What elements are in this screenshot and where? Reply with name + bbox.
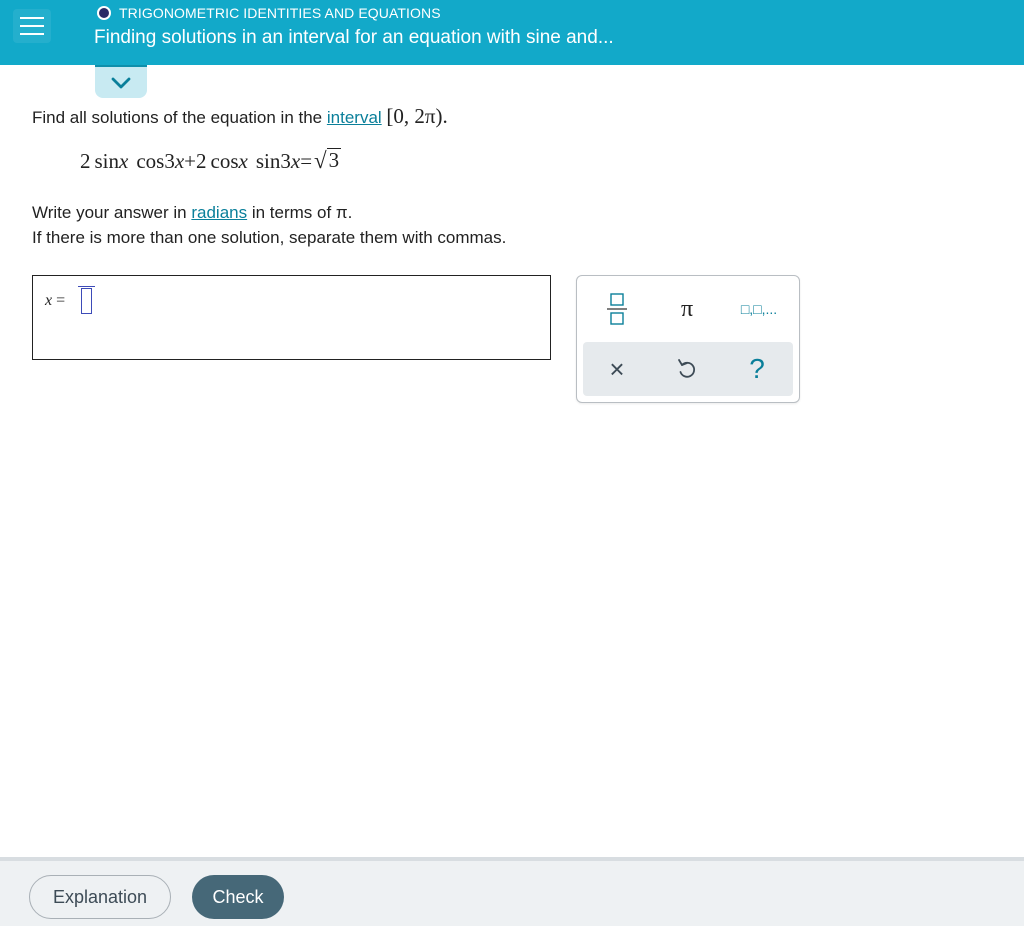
answer-equals: = xyxy=(56,292,66,309)
eq-operator: = xyxy=(300,149,313,174)
undo-button[interactable] xyxy=(657,344,717,394)
menu-button[interactable] xyxy=(13,9,51,43)
help-button[interactable]: ? xyxy=(727,344,787,394)
topic-progress-icon xyxy=(97,6,111,20)
square-root: √ 3 xyxy=(314,148,342,174)
radians-link[interactable]: radians xyxy=(191,203,247,222)
list-button[interactable]: □,□,... xyxy=(729,284,789,334)
equation: 2 sin x cos 3 x + 2 cos x sin 3 x = √ 3 xyxy=(80,148,342,174)
problem-prompt: Find all solutions of the equation in th… xyxy=(32,104,992,129)
fraction-button[interactable] xyxy=(587,284,647,334)
fraction-icon xyxy=(607,293,627,325)
radical-sign-icon: √ xyxy=(314,148,327,174)
instruction-commas: If there is more than one solution, sepa… xyxy=(32,228,507,247)
eq-var: x xyxy=(238,149,248,174)
eq-coef: 2 xyxy=(80,149,91,174)
undo-icon xyxy=(678,359,696,378)
topic-row: TRIGONOMETRIC IDENTITIES AND EQUATIONS xyxy=(97,5,441,21)
eq-var: x xyxy=(174,149,185,174)
instruction-text: in terms of π. xyxy=(247,203,353,222)
check-button[interactable]: Check xyxy=(192,875,284,919)
clear-button[interactable]: × xyxy=(587,344,647,394)
expand-title-button[interactable] xyxy=(95,65,147,98)
topic-label: TRIGONOMETRIC IDENTITIES AND EQUATIONS xyxy=(119,5,441,21)
prompt-text: Find all solutions of the equation in th… xyxy=(32,108,327,127)
chevron-down-icon xyxy=(111,77,131,88)
hamburger-icon xyxy=(20,17,44,35)
answer-input[interactable]: x = xyxy=(32,275,551,360)
radicand: 3 xyxy=(326,148,342,172)
instruction-radians: Write your answer in radians in terms of… xyxy=(32,203,352,223)
header-bar: TRIGONOMETRIC IDENTITIES AND EQUATIONS F… xyxy=(0,0,1024,65)
instruction-text: Write your answer in xyxy=(32,203,192,222)
eq-coef: 2 xyxy=(196,149,207,174)
eq-var: x xyxy=(290,149,301,174)
answer-variable: x xyxy=(45,292,53,309)
eq-func: sin xyxy=(94,149,120,174)
eq-func: sin xyxy=(255,149,281,174)
eq-func: cos xyxy=(210,149,239,174)
input-cursor-icon[interactable] xyxy=(78,286,95,314)
answer-label: x = xyxy=(45,292,65,310)
eq-num: 3 xyxy=(164,149,175,174)
eq-var: x xyxy=(119,149,129,174)
problem-statement: Find all solutions of the equation in th… xyxy=(32,104,992,129)
page-title: Finding solutions in an interval for an … xyxy=(94,27,614,48)
eq-num: 3 xyxy=(280,149,291,174)
math-keypad: π □,□,... × ? xyxy=(576,275,800,403)
pi-button[interactable]: π xyxy=(657,284,717,334)
explanation-button[interactable]: Explanation xyxy=(29,875,171,919)
eq-func: cos xyxy=(136,149,165,174)
footer-bar: Explanation Check xyxy=(0,857,1024,926)
keypad-actions: × ? xyxy=(583,342,793,396)
interval-link[interactable]: interval xyxy=(327,108,382,127)
interval-expression: [0, 2π). xyxy=(386,104,448,128)
eq-operator: + xyxy=(184,149,197,174)
